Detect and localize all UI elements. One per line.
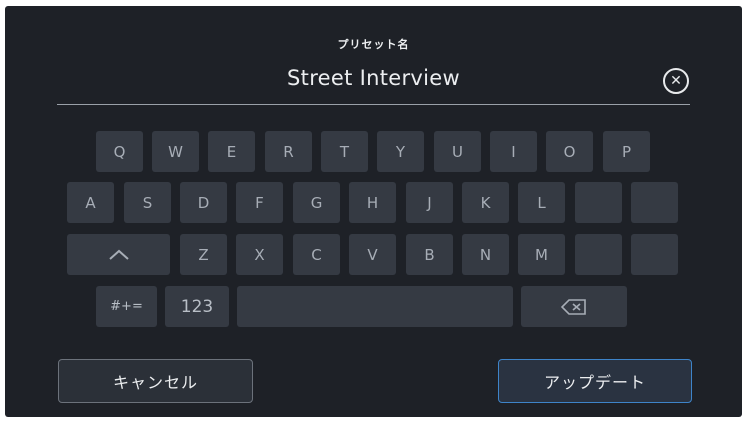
preset-name-field[interactable]: Street Interview	[5, 66, 742, 90]
key-blank[interactable]	[575, 234, 622, 275]
numbers-key[interactable]: 123	[165, 286, 229, 327]
update-button[interactable]: アップデート	[498, 359, 692, 403]
key-o[interactable]: O	[546, 131, 593, 172]
key-h[interactable]: H	[349, 182, 396, 223]
cancel-button[interactable]: キャンセル	[58, 359, 253, 403]
backspace-key[interactable]	[521, 286, 627, 327]
shift-key[interactable]	[67, 234, 170, 275]
key-f[interactable]: F	[236, 182, 283, 223]
key-b[interactable]: B	[406, 234, 453, 275]
input-underline	[57, 104, 690, 105]
key-blank[interactable]	[575, 182, 622, 223]
key-x[interactable]: X	[236, 234, 283, 275]
key-c[interactable]: C	[293, 234, 340, 275]
key-j[interactable]: J	[406, 182, 453, 223]
key-l[interactable]: L	[518, 182, 565, 223]
key-z[interactable]: Z	[180, 234, 227, 275]
backspace-icon	[561, 298, 586, 315]
key-v[interactable]: V	[349, 234, 396, 275]
symbols-key[interactable]: #+=	[96, 286, 157, 327]
shift-caret-icon	[108, 249, 129, 260]
key-y[interactable]: Y	[377, 131, 424, 172]
key-blank[interactable]	[631, 234, 678, 275]
key-a[interactable]: A	[67, 182, 114, 223]
close-circle-icon[interactable]: ✕	[663, 68, 689, 94]
key-blank[interactable]	[631, 182, 678, 223]
key-i[interactable]: I	[490, 131, 537, 172]
key-u[interactable]: U	[434, 131, 481, 172]
dialog-title: プリセット名	[337, 38, 410, 51]
space-key[interactable]	[237, 286, 513, 327]
key-m[interactable]: M	[518, 234, 565, 275]
key-n[interactable]: N	[462, 234, 509, 275]
keyboard-dialog: プリセット名 Street Interview ✕ Q W E R T Y U …	[5, 6, 742, 417]
key-q[interactable]: Q	[96, 131, 143, 172]
key-d[interactable]: D	[180, 182, 227, 223]
key-e[interactable]: E	[208, 131, 255, 172]
key-p[interactable]: P	[603, 131, 650, 172]
key-k[interactable]: K	[462, 182, 509, 223]
key-g[interactable]: G	[293, 182, 340, 223]
key-s[interactable]: S	[124, 182, 171, 223]
key-t[interactable]: T	[321, 131, 368, 172]
key-w[interactable]: W	[152, 131, 199, 172]
key-r[interactable]: R	[265, 131, 312, 172]
